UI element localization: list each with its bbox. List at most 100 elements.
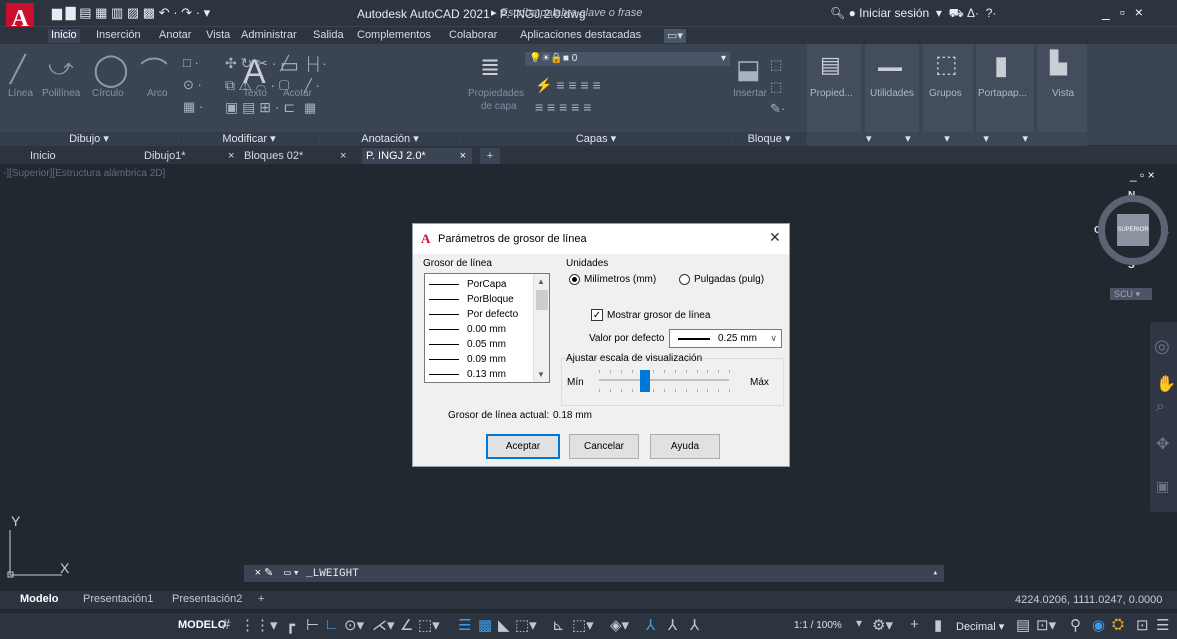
customization-menu-icon[interactable]: ☰ — [1156, 616, 1169, 634]
search-icon[interactable]: 🔍︎ — [830, 6, 845, 20]
scroll-down-icon[interactable]: ▼ — [537, 370, 545, 379]
workspace-gear-icon[interactable]: ⚙▾ — [872, 616, 893, 634]
tab-complementos[interactable]: Complementos — [357, 29, 431, 43]
tab-colaborar[interactable]: Colaborar — [449, 29, 497, 43]
arc-icon[interactable]: ⌒ — [140, 50, 168, 90]
dimension-icon[interactable]: ▭ — [280, 53, 299, 78]
zoom-icon[interactable]: ⌕ — [1156, 398, 1165, 416]
doc-tab-inicio[interactable]: Inicio — [26, 148, 60, 164]
panel-expanders[interactable]: ▾ ▾ ▾ ▾ ▾ — [807, 132, 1087, 146]
btn-utilidades[interactable]: Utilidades — [870, 88, 914, 99]
signin-area[interactable]: 🔍︎ ● Iniciar sesión ▾ ⛟ Δ· ?· — [830, 6, 996, 22]
tab-vista[interactable]: Vista — [206, 29, 230, 43]
osnap-icon[interactable]: ⬚▾ — [418, 616, 440, 634]
dynamic-input-icon[interactable]: ⊢ — [306, 616, 319, 634]
list-scrollbar[interactable]: ▲ ▼ — [533, 274, 549, 382]
list-item[interactable]: 0.05 mm — [429, 337, 506, 351]
orbit-icon[interactable]: ✥ — [1156, 434, 1169, 454]
annotation-scale-icon[interactable]: ⅄ — [690, 616, 699, 634]
isolate-objects-icon[interactable]: ⚲ — [1070, 616, 1081, 634]
unit-mm-radio[interactable] — [569, 274, 580, 285]
selection-filter-icon[interactable]: ⬚▾ — [572, 616, 594, 634]
cancel-button[interactable]: Cancelar — [569, 434, 639, 459]
layout-tab-modelo[interactable]: Modelo — [20, 593, 59, 605]
auto-scale-icon[interactable]: ⅄ — [668, 616, 677, 634]
showmotion-icon[interactable]: ▣ — [1156, 478, 1169, 495]
panel-bloque[interactable]: Bloque ▾ — [732, 132, 806, 146]
polyline-icon[interactable]: ⤻ — [48, 54, 74, 82]
text-icon[interactable]: A — [243, 53, 266, 92]
window-controls[interactable]: _▫× — [1102, 4, 1153, 20]
dialog-titlebar[interactable]: A Parámetros de grosor de línea ✕ — [413, 224, 789, 254]
panel-modificar[interactable]: Modificar ▾ — [179, 132, 319, 146]
infer-constraints-icon[interactable]: ┏ — [286, 616, 295, 634]
clean-screen-icon[interactable]: ⛭ — [1112, 616, 1124, 633]
polar-icon[interactable]: ⊙▾ — [344, 616, 364, 634]
expand-search-icon[interactable]: ▸ — [491, 7, 497, 19]
circle-icon[interactable]: ◯ — [93, 50, 129, 88]
layer-tools-icons[interactable]: ⚡ ≡ ≡ ≡ ≡ ≡ ≡ ≡ ≡ ≡ — [535, 74, 601, 118]
dynamic-ucs-icon[interactable]: ⊾ — [552, 616, 565, 634]
units-dropdown[interactable]: Decimal ▾ — [956, 620, 1004, 633]
doc-tab-p-ingj[interactable]: P. INGJ 2.0* × — [362, 148, 472, 164]
tab-inicio[interactable]: Inicio — [48, 29, 80, 43]
tool-circulo[interactable]: Círculo — [92, 88, 124, 99]
steering-wheel-icon[interactable]: ◎ — [1154, 336, 1170, 357]
tab-anotar[interactable]: Anotar — [159, 29, 191, 43]
show-lineweight-checkbox[interactable]: ✓ — [591, 309, 603, 321]
close-icon[interactable]: ✕ — [769, 229, 781, 246]
chevron-down-icon[interactable]: ▾ — [856, 616, 862, 630]
add-layout-icon[interactable]: + — [258, 593, 264, 605]
tab-aplicaciones[interactable]: Aplicaciones destacadas — [520, 29, 641, 43]
autodesk-a-icon[interactable]: Δ — [967, 6, 975, 20]
pan-icon[interactable]: ✋ — [1156, 374, 1176, 394]
osnap-tracking-icon[interactable]: ∠ — [400, 616, 413, 634]
unit-in-label[interactable]: Pulgadas (pulg) — [694, 274, 764, 285]
list-item[interactable]: Por defecto — [429, 307, 518, 321]
close-icon[interactable]: × — [1135, 4, 1153, 20]
panel-dibujo[interactable]: Dibujo ▾ — [0, 132, 178, 146]
doc-tab-bloques02[interactable]: Bloques 02* — [240, 148, 307, 164]
quick-properties-icon[interactable]: ▤ — [1016, 616, 1030, 634]
transparency-icon[interactable]: ▩ — [478, 616, 492, 634]
new-tab-icon[interactable]: + — [480, 148, 500, 164]
viewport-window-controls[interactable]: _ ▫ × — [1130, 168, 1155, 182]
ucs-dropdown[interactable]: SCU ▾ — [1110, 288, 1152, 300]
gizmo-icon[interactable]: ◈▾ — [610, 616, 629, 634]
list-item[interactable]: 0.13 mm — [429, 367, 506, 381]
grid-icon[interactable]: # — [222, 616, 230, 633]
scroll-up-icon[interactable]: ▲ — [537, 277, 545, 286]
units-icon[interactable]: ▮ — [934, 616, 942, 634]
lineweight-icon[interactable]: ☰ — [458, 616, 471, 634]
annotation-monitor-icon[interactable]: + — [910, 616, 919, 633]
tool-texto[interactable]: Texto — [243, 88, 267, 99]
command-line-tools[interactable]: × ✎ — [244, 565, 284, 582]
default-lineweight-select[interactable]: 0.25 mm ∨ — [669, 329, 782, 348]
btn-propiedades[interactable]: Propied... — [810, 88, 853, 99]
doc-tab-dibujo1[interactable]: Dibujo1* — [140, 148, 190, 164]
btn-vista[interactable]: Vista — [1052, 88, 1074, 99]
line-icon[interactable]: ╱ — [10, 54, 26, 85]
lineweight-list[interactable]: PorCapa PorBloque Por defecto 0.00 mm 0.… — [424, 273, 550, 383]
viewcube-face[interactable]: SUPERIOR — [1117, 214, 1149, 246]
layer-properties-icon[interactable]: ≣ — [480, 53, 500, 82]
fullscreen-icon[interactable]: ⊡ — [1136, 616, 1149, 634]
btn-grupos[interactable]: Grupos — [929, 88, 962, 99]
tab-salida[interactable]: Salida — [313, 29, 344, 43]
unit-mm-label[interactable]: Milímetros (mm) — [584, 274, 656, 285]
history-expand-icon[interactable]: ▴ — [933, 565, 938, 582]
show-lineweight-label[interactable]: Mostrar grosor de línea — [607, 310, 710, 321]
panel-capas[interactable]: Capas ▾ — [461, 132, 731, 146]
isodraft-icon[interactable]: ⋌▾ — [372, 616, 395, 634]
ok-button[interactable]: Aceptar — [486, 434, 560, 459]
btn-portapapeles[interactable]: Portapap... — [978, 88, 1027, 99]
ribbon-options-icon[interactable]: ▭▾ — [664, 29, 686, 43]
layout-tab-presentacion2[interactable]: Presentación2 — [172, 593, 242, 605]
minimize-icon[interactable]: _ — [1102, 4, 1120, 20]
annotation-scale[interactable]: 1:1 / 100% — [794, 620, 842, 631]
scale-slider-track[interactable] — [599, 379, 729, 381]
close-icon[interactable]: × — [336, 148, 350, 164]
scroll-thumb[interactable] — [536, 290, 548, 310]
snap-icon[interactable]: ⋮⋮▾ — [240, 616, 278, 634]
close-icon[interactable]: × — [460, 148, 466, 164]
